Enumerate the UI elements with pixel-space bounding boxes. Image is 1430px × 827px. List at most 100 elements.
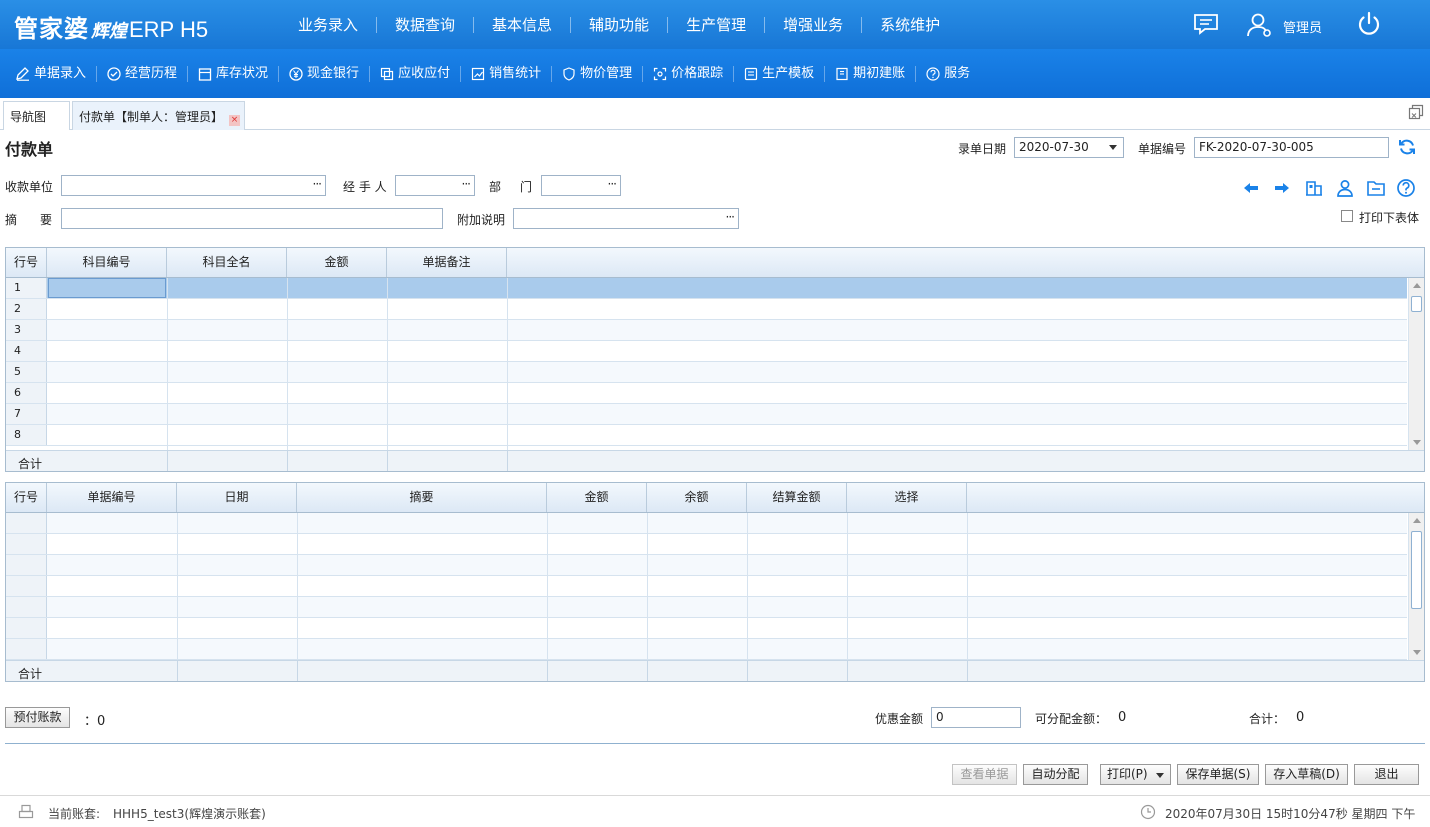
target-icon [654, 67, 667, 80]
toolbar-label: 应收应付 [398, 65, 451, 81]
scroll-down-icon[interactable] [1413, 650, 1421, 655]
tab-payment-voucher[interactable]: 付款单【制单人：管理员】 × [72, 101, 245, 130]
table-row[interactable] [6, 513, 1407, 534]
view-document-button[interactable]: 查看单据 [952, 764, 1017, 785]
book-icon [836, 67, 848, 80]
toolbar-sales-stats[interactable]: 销售统计 [461, 65, 553, 82]
building-icon[interactable] [1304, 178, 1324, 198]
nav-data-query[interactable]: 数据查询 [377, 16, 475, 33]
extra-note-input[interactable]: ··· [513, 208, 739, 229]
toolbar-prod-template[interactable]: 生产模板 [734, 65, 826, 82]
col-date: 日期 [177, 483, 297, 512]
table-row[interactable] [6, 639, 1407, 660]
column-divider [747, 513, 748, 660]
grid-scrollbar[interactable] [1408, 278, 1424, 450]
user-name[interactable]: 管理员 [1283, 17, 1322, 36]
summary-input[interactable] [61, 208, 443, 229]
col-remark: 单据备注 [387, 248, 507, 277]
table-row[interactable]: 7 [6, 404, 1407, 425]
help-icon[interactable] [1396, 178, 1416, 198]
row-number-cell [6, 555, 47, 575]
table-row[interactable] [6, 555, 1407, 576]
total-summary-value: 0 [1296, 710, 1305, 725]
table-row[interactable] [6, 576, 1407, 597]
row-number-cell [6, 513, 47, 533]
table-row[interactable]: 3 [6, 320, 1407, 341]
user-icon[interactable] [1246, 12, 1272, 38]
arrow-left-icon[interactable] [1241, 178, 1261, 198]
restore-window-icon[interactable] [1408, 104, 1424, 120]
close-icon[interactable]: × [229, 115, 241, 126]
table-row[interactable]: 8 [6, 425, 1407, 446]
column-divider [647, 513, 648, 660]
yuan-icon [289, 66, 303, 81]
nav-basic-info[interactable]: 基本信息 [474, 16, 572, 33]
nav-system[interactable]: 系统维护 [862, 17, 958, 33]
more-icon[interactable]: ··· [608, 177, 618, 191]
table-row[interactable] [6, 534, 1407, 555]
more-icon[interactable]: ··· [462, 177, 472, 191]
save-draft-button[interactable]: 存入草稿(D) [1265, 764, 1348, 785]
prepaid-account-button[interactable]: 预付账款 [5, 707, 70, 728]
toolbar-label: 期初建账 [853, 65, 906, 81]
column-divider [177, 513, 178, 660]
summary-label-part2: 要 [40, 213, 53, 227]
date-select[interactable]: 2020-07-30 [1014, 137, 1124, 158]
active-cell[interactable] [48, 278, 166, 298]
total-label: 合计 [18, 457, 43, 471]
scroll-thumb[interactable] [1411, 531, 1422, 609]
power-icon[interactable] [1356, 11, 1382, 37]
toolbar-cash-bank[interactable]: 现金银行 [279, 65, 371, 82]
discount-label: 优惠金额 [875, 712, 924, 726]
scroll-down-icon[interactable] [1413, 440, 1421, 445]
row-number: 8 [6, 425, 47, 445]
handler-input[interactable]: ··· [395, 175, 475, 196]
scroll-up-icon[interactable] [1413, 518, 1421, 523]
payee-input[interactable]: ··· [61, 175, 326, 196]
save-document-button[interactable]: 保存单据(S) [1177, 764, 1259, 785]
tab-navigation-map[interactable]: 导航图 [3, 101, 70, 130]
doc-number-input[interactable]: FK-2020-07-30-005 [1194, 137, 1389, 158]
department-input[interactable]: ··· [541, 175, 621, 196]
table-row[interactable] [6, 597, 1407, 618]
grid-scrollbar[interactable] [1408, 513, 1424, 660]
nav-auxiliary[interactable]: 辅助功能 [571, 16, 669, 33]
table-row[interactable]: 4 [6, 341, 1407, 362]
toolbar-doc-entry[interactable]: 单据录入 [6, 65, 98, 82]
toolbar-price-track[interactable]: 价格跟踪 [643, 65, 735, 82]
toolbar-price-mgmt[interactable]: 物价管理 [552, 65, 644, 82]
auto-allocate-button[interactable]: 自动分配 [1023, 764, 1088, 785]
toolbar-opening-accounts[interactable]: 期初建账 [825, 65, 917, 82]
nav-production[interactable]: 生产管理 [668, 16, 766, 33]
account-grid: 行号 科目编号 科目全名 金额 单据备注 1 2 3 4 5 6 7 8 合计 [5, 247, 1425, 472]
discount-input[interactable]: 0 [931, 707, 1021, 728]
toolbar-service[interactable]: 服务 [916, 66, 980, 82]
app-logo: 管家婆 辉煌 ERP H5 [14, 9, 208, 43]
toolbar-label: 经营历程 [125, 65, 178, 81]
scroll-thumb[interactable] [1411, 296, 1422, 312]
toolbar-history[interactable]: 经营历程 [97, 65, 189, 82]
print-button[interactable]: 打印(P) [1100, 764, 1171, 785]
print-lower-label: 打印下表体 [1359, 211, 1420, 225]
table-row[interactable]: 2 [6, 299, 1407, 320]
toolbar-receivable[interactable]: 应收应付 [370, 65, 462, 82]
exit-button[interactable]: 退出 [1354, 764, 1419, 785]
person-icon[interactable] [1335, 178, 1355, 198]
folder-icon[interactable] [1366, 178, 1386, 198]
print-lower-checkbox[interactable] [1341, 210, 1353, 222]
more-icon[interactable]: ··· [726, 210, 736, 224]
table-row[interactable]: 1 [6, 278, 1407, 299]
toolbar-inventory[interactable]: 库存状况 [188, 65, 280, 82]
more-icon[interactable]: ··· [313, 177, 323, 191]
nav-business-entry[interactable]: 业务录入 [280, 16, 378, 33]
nav-enhanced[interactable]: 增强业务 [765, 16, 863, 33]
table-row[interactable] [6, 618, 1407, 639]
scroll-up-icon[interactable] [1413, 283, 1421, 288]
arrow-right-icon[interactable] [1272, 178, 1292, 198]
table-row[interactable]: 6 [6, 383, 1407, 404]
message-icon[interactable] [1193, 13, 1219, 35]
refresh-icon[interactable] [1397, 137, 1417, 157]
col-amount: 金额 [287, 248, 387, 277]
table-row[interactable]: 5 [6, 362, 1407, 383]
check-circle-icon [107, 66, 121, 81]
